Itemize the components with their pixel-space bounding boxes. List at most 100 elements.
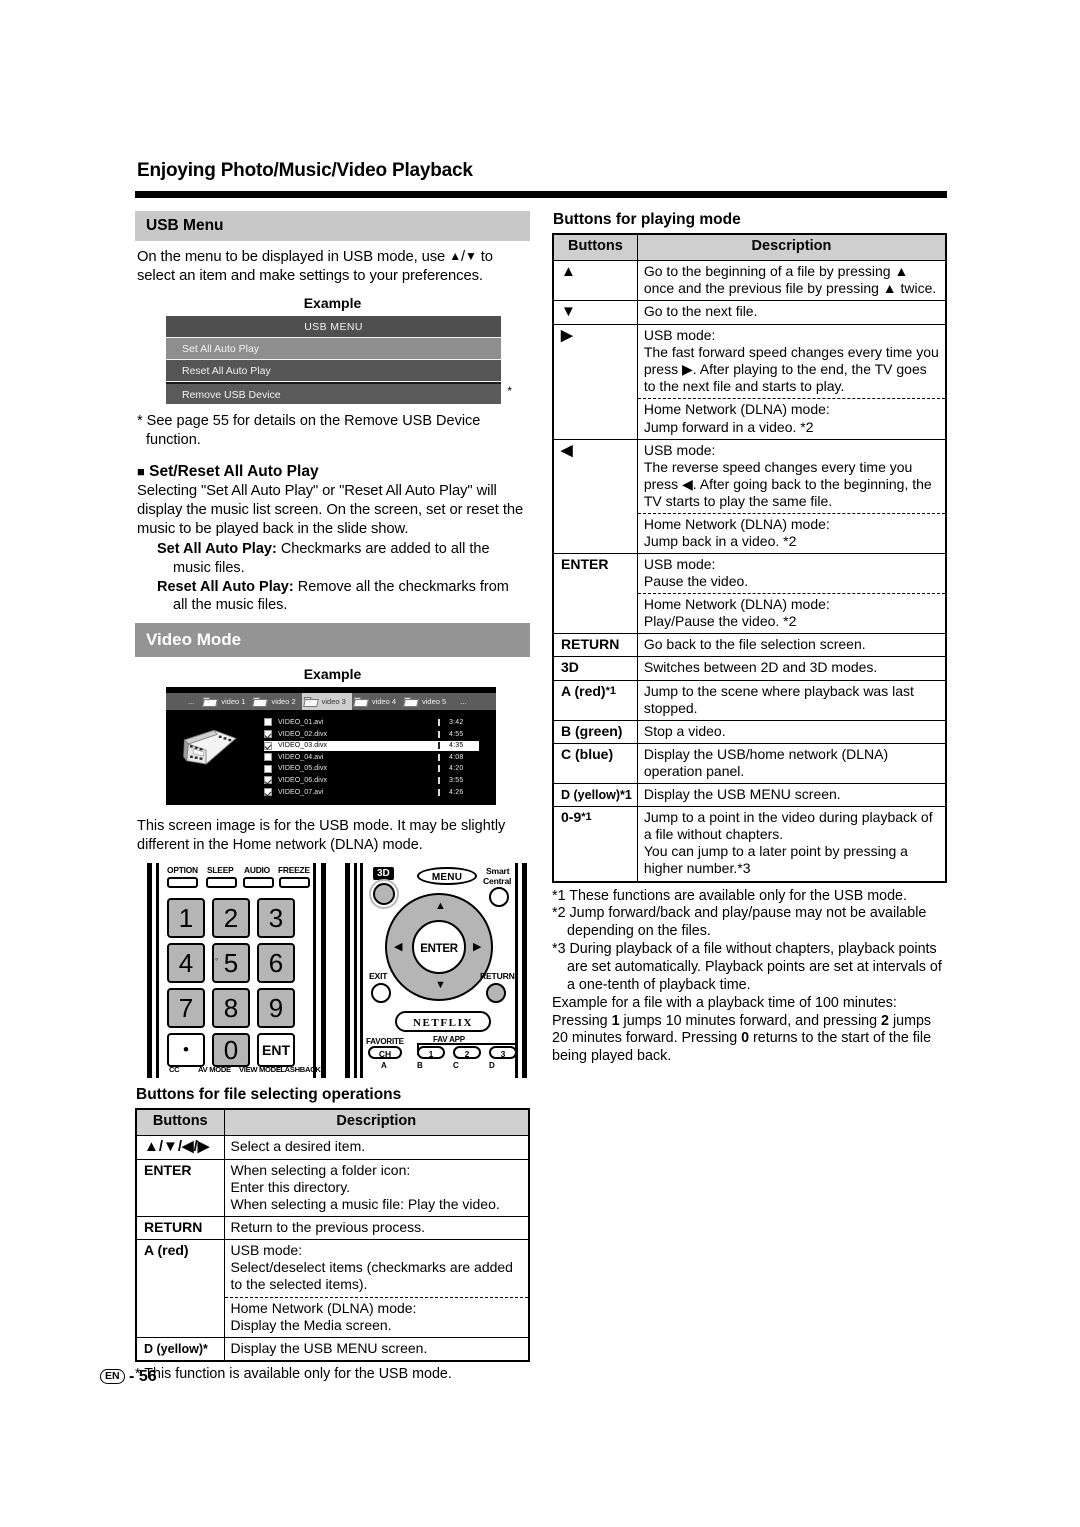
folder-tab-video-5[interactable]: video 5 bbox=[402, 693, 452, 710]
file-checkbox[interactable] bbox=[264, 718, 272, 727]
key-0[interactable]: 0 bbox=[212, 1033, 250, 1068]
video-file-row-selected[interactable]: VIDEO_03.divx 4:35 bbox=[264, 740, 479, 751]
row-key-d-yellow: D (yellow)*1 bbox=[552, 782, 638, 808]
dpad-up-icon[interactable]: ▲ bbox=[435, 900, 446, 912]
tabbar-leading-ellipsis: ... bbox=[188, 697, 195, 707]
file-table-footnote: * This function is available only for th… bbox=[135, 1365, 452, 1382]
enter-button[interactable]: ENTER bbox=[412, 920, 466, 975]
usb-menu-screen-header: USB MENU bbox=[166, 316, 501, 339]
file-name: VIDEO_05.divx bbox=[278, 765, 328, 773]
left-column: USB Menu On the menu to be displayed in … bbox=[135, 211, 530, 1384]
col-header-description: Description bbox=[223, 1108, 530, 1136]
video-file-row[interactable]: VIDEO_01.avi 3:42 bbox=[264, 717, 479, 727]
row-divider bbox=[438, 776, 440, 784]
two-column-layout: USB Menu On the menu to be displayed in … bbox=[135, 211, 947, 1384]
file-checkbox[interactable] bbox=[264, 753, 272, 762]
key-7[interactable]: 7 bbox=[167, 988, 205, 1029]
manual-page: Enjoying Photo/Music/Video Playback USB … bbox=[135, 160, 947, 1384]
cc-label: CC bbox=[169, 1065, 180, 1075]
remote-edge bbox=[147, 863, 152, 1079]
file-checkbox[interactable] bbox=[264, 776, 272, 785]
folder-tab-video-1[interactable]: video 1 bbox=[201, 693, 251, 710]
key-4[interactable]: 4 bbox=[167, 943, 205, 984]
freeze-button[interactable] bbox=[279, 877, 310, 889]
key-1[interactable]: 1 bbox=[167, 898, 205, 939]
color-b-label: B bbox=[417, 1061, 423, 1071]
audio-button[interactable] bbox=[243, 877, 274, 889]
file-checkbox[interactable] bbox=[264, 730, 272, 739]
row-key-0-9: 0-9*1 bbox=[552, 806, 638, 882]
fav-app-3-button[interactable]: 3 bbox=[489, 1046, 517, 1060]
video-file-row[interactable]: VIDEO_02.divx 4:55 bbox=[264, 729, 479, 739]
dpad-right-icon[interactable]: ▶ bbox=[473, 940, 481, 953]
video-mode-caption: This screen image is for the USB mode. I… bbox=[137, 818, 506, 853]
usb-menu-intro: On the menu to be displayed in USB mode,… bbox=[137, 249, 493, 285]
fav-app-2-button[interactable]: 2 bbox=[453, 1046, 481, 1060]
reset-all-auto-play-term: Reset All Auto Play: bbox=[157, 578, 294, 595]
example-line-2: Pressing 1 jumps 10 minutes forward, and… bbox=[552, 1012, 932, 1065]
row-key-enter: ENTER bbox=[552, 553, 638, 635]
usb-menu-item-reset-all-auto-play[interactable]: Reset All Auto Play bbox=[166, 360, 501, 383]
usb-menu-item-remove-usb-device[interactable]: Remove USB Device bbox=[166, 382, 501, 405]
title-rule bbox=[135, 191, 947, 198]
row-key-return: RETURN bbox=[552, 633, 638, 658]
file-checkbox[interactable] bbox=[264, 741, 272, 750]
col-header-description: Description bbox=[636, 233, 947, 261]
reset-all-auto-play-item: Reset All Auto Play: Remove all the chec… bbox=[157, 578, 530, 615]
netflix-button[interactable]: NETFLIX bbox=[395, 1011, 491, 1033]
dpad-left-icon[interactable]: ◀ bbox=[394, 940, 402, 953]
table-row: ▲/▼/◀/▶ Select a desired item. bbox=[135, 1134, 530, 1161]
file-checkbox[interactable] bbox=[264, 764, 272, 773]
row-desc: Stop a video. bbox=[636, 719, 947, 744]
key-2[interactable]: 2 bbox=[212, 898, 250, 939]
file-duration: 4:20 bbox=[449, 765, 464, 773]
key-6[interactable]: 6 bbox=[257, 943, 295, 984]
key-3[interactable]: 3 bbox=[257, 898, 295, 939]
video-mode-screenshot: ... video 1 video 2 video 3 video 4 vide… bbox=[166, 687, 496, 806]
sleep-button[interactable] bbox=[206, 877, 237, 889]
exit-button[interactable] bbox=[371, 983, 391, 1004]
right-column: Buttons for playing mode Buttons Descrip… bbox=[530, 211, 947, 1384]
dpad[interactable]: ▲ ▼ ◀ ▶ ENTER bbox=[385, 893, 493, 1002]
file-name: VIDEO_07.avi bbox=[278, 788, 324, 796]
file-checkbox[interactable] bbox=[264, 788, 272, 797]
usb-menu-item-set-all-auto-play[interactable]: Set All Auto Play bbox=[166, 338, 501, 361]
menu-button[interactable]: MENU bbox=[417, 867, 477, 886]
video-file-row[interactable]: VIDEO_04.avi 4:08 bbox=[264, 752, 479, 762]
video-file-row[interactable]: VIDEO_05.divx 4:20 bbox=[264, 764, 479, 774]
folder-tab-video-3[interactable]: video 3 bbox=[301, 693, 352, 711]
usb-menu-footnote: * See page 55 for details on the Remove … bbox=[137, 413, 481, 448]
dpad-down-icon[interactable]: ▼ bbox=[435, 979, 446, 991]
key-ent[interactable]: ENT bbox=[257, 1033, 295, 1068]
row-desc-dlna: Home Network (DLNA) mode: Display the Me… bbox=[223, 1296, 530, 1338]
color-d-label: D bbox=[489, 1061, 495, 1071]
return-button[interactable] bbox=[486, 983, 506, 1004]
locale-badge: EN bbox=[100, 1369, 125, 1384]
video-file-row[interactable]: VIDEO_07.avi 4:26 bbox=[264, 787, 479, 797]
usb-menu-footnote-marker: * bbox=[507, 384, 512, 399]
row-divider bbox=[438, 788, 440, 796]
remote-edge bbox=[522, 863, 527, 1079]
row-desc: When selecting a folder icon: Enter this… bbox=[223, 1158, 530, 1218]
row-desc: Switches between 2D and 3D modes. bbox=[636, 656, 947, 681]
table-row: A (red)*1 Jump to the scene where playba… bbox=[552, 679, 947, 721]
row-desc: Display the USB MENU screen. bbox=[223, 1336, 530, 1362]
video-file-row[interactable]: VIDEO_06.divx 3:55 bbox=[264, 775, 479, 785]
row-divider bbox=[438, 753, 440, 761]
key-dot[interactable]: • bbox=[167, 1033, 205, 1068]
folder-tab-video-4[interactable]: video 4 bbox=[352, 693, 402, 710]
footnote-1: *1 These functions are available only fo… bbox=[552, 887, 907, 904]
file-name: VIDEO_06.divx bbox=[278, 776, 328, 784]
favorite-ch-button[interactable]: CH bbox=[368, 1046, 402, 1060]
av-mode-label: AV MODE bbox=[198, 1065, 231, 1075]
row-desc-usb: USB mode: Pause the video. bbox=[636, 553, 947, 594]
file-selecting-table: Buttons Description ▲/▼/◀/▶ Select a des… bbox=[135, 1108, 530, 1362]
key-8[interactable]: 8 bbox=[212, 988, 250, 1029]
folder-tab-video-2[interactable]: video 2 bbox=[251, 693, 301, 710]
file-duration: 3:42 bbox=[449, 718, 464, 726]
fav-app-1-button[interactable]: 1 bbox=[417, 1046, 445, 1060]
table-row: 0-9*1 Jump to a point in the video durin… bbox=[552, 806, 947, 882]
key-9[interactable]: 9 bbox=[257, 988, 295, 1029]
option-button[interactable] bbox=[167, 877, 198, 889]
video-mode-example-label: Example bbox=[303, 666, 362, 683]
